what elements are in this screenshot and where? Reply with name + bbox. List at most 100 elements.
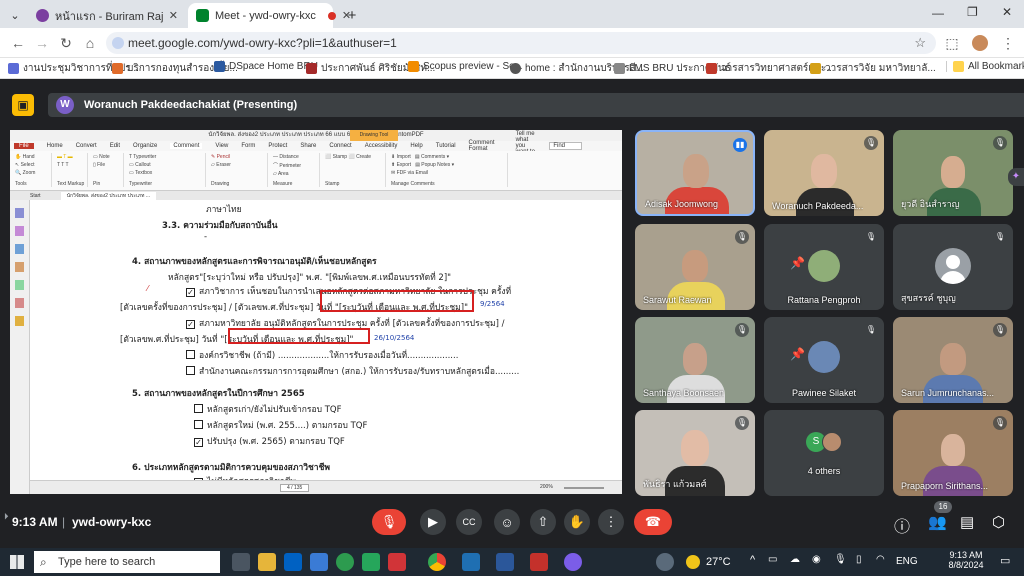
pdf-menu-item[interactable]: Share — [300, 143, 316, 149]
reactions-button[interactable]: ☺ — [494, 509, 520, 535]
side-sparkle-icon[interactable]: ✦ — [1008, 168, 1024, 186]
store-icon[interactable] — [310, 553, 328, 571]
app-icon[interactable] — [362, 553, 380, 571]
find-input[interactable]: Find — [549, 142, 582, 150]
reload-icon[interactable]: ↻ — [56, 33, 76, 53]
participant-tile[interactable]: 📌 🎙 Pawinee Silaket — [764, 317, 884, 403]
battery-icon[interactable]: ▯ — [856, 554, 862, 565]
layers-icon[interactable] — [15, 244, 24, 254]
pin-icon[interactable]: 📌 — [790, 347, 805, 361]
comments-panel-icon[interactable] — [15, 262, 24, 272]
pin-icon[interactable]: 📌 — [790, 256, 805, 270]
pdf-menu-item[interactable]: Connect — [329, 143, 351, 149]
dropbox-icon[interactable] — [284, 553, 302, 571]
task-view-icon[interactable] — [232, 553, 250, 571]
activities-button[interactable]: ⬡ — [992, 513, 1005, 531]
pdf-menu-item[interactable]: Help — [410, 143, 422, 149]
participant-tile[interactable]: 🎙 Prapaporn Sirithans... — [893, 410, 1013, 496]
participant-tile[interactable]: 🎙 Sarun Jumrunchanas... — [893, 317, 1013, 403]
participant-tile[interactable]: 🎙 พันธิรา แก้วมลศ์ — [635, 410, 755, 496]
people-button[interactable]: 👥 — [928, 513, 947, 531]
minimize-icon[interactable]: — — [932, 6, 944, 20]
bookmark-item[interactable]: วารสารวิจัย มหาวิทยาลั... — [810, 61, 936, 76]
participant-tile[interactable]: 🎙 ยุวดี อินสำราญ — [893, 130, 1013, 216]
meeting-info-button[interactable]: ⓘ — [894, 513, 910, 537]
signature-icon[interactable] — [15, 298, 24, 308]
pdf-menu-file[interactable]: File — [14, 143, 34, 149]
profile-avatar[interactable] — [972, 35, 988, 51]
address-bar[interactable]: meet.google.com/ywd-owry-kxc?pli=1&authu… — [106, 32, 936, 54]
notifications-icon[interactable]: ▭ — [1000, 554, 1010, 567]
underline-tool[interactable]: T T T — [57, 162, 84, 168]
weather-temp[interactable]: 27°C — [706, 556, 731, 568]
camera-toggle-button[interactable]: ▶ — [420, 509, 446, 535]
stamp-icon[interactable]: ⬜ Stamp ⬜ Create — [325, 154, 382, 160]
pdf-menu-item[interactable]: Organize — [133, 143, 157, 149]
close-icon[interactable]: ✕ — [169, 9, 178, 22]
file-explorer-icon[interactable] — [258, 553, 276, 571]
acrobat-icon[interactable] — [530, 553, 548, 571]
onedrive-icon[interactable]: ☁ — [790, 554, 800, 565]
pencil-tool[interactable]: ✎ Pencil — [211, 154, 264, 160]
wifi-icon[interactable]: ◠ — [876, 554, 885, 565]
weather-icon[interactable] — [686, 555, 700, 569]
participant-tile[interactable]: 🎙 สุขสรรค์ ชูบุญ — [893, 224, 1013, 310]
pdf-menu-item[interactable]: Tutorial — [436, 143, 456, 149]
microphone-toggle-button[interactable]: 🎙 — [372, 509, 406, 535]
doc-tab-start[interactable]: Start — [30, 193, 41, 199]
area-tool[interactable]: ▱ Area — [273, 171, 316, 177]
tab-buriram[interactable]: หน้าแรก - Buriram Rajabhat Univ ✕ — [28, 3, 186, 28]
raise-hand-button[interactable]: ✋ — [564, 509, 590, 535]
distance-tool[interactable]: — Distance — [273, 154, 316, 160]
zoom-slider[interactable] — [564, 487, 604, 489]
network-icon[interactable]: ▭ — [768, 554, 777, 565]
fdf-button[interactable]: ✉ FDF via Email — [391, 170, 504, 176]
hand-tool[interactable]: ✋ Hand — [15, 154, 48, 160]
perimeter-tool[interactable]: ⌒ Perimeter — [273, 162, 316, 169]
more-options-button[interactable]: ⋮ — [598, 509, 624, 535]
pdf-menu-item[interactable]: Edit — [110, 143, 120, 149]
pdf-menu-item[interactable]: View — [215, 143, 228, 149]
participant-tile[interactable]: 🎙 Santhaya Boonsaen — [635, 317, 755, 403]
participant-tile[interactable]: ▮▮ Adisak Joomwong — [635, 130, 755, 216]
tray-chevron-icon[interactable]: ^ — [750, 554, 755, 566]
presentation-icon[interactable]: ▣ — [12, 94, 34, 116]
file-icon[interactable]: ▯ File — [93, 162, 120, 168]
extensions-icon[interactable]: ⬚ — [942, 33, 962, 53]
language-indicator[interactable]: ENG — [896, 556, 918, 567]
close-window-icon[interactable]: ✕ — [1002, 5, 1012, 19]
app-icon[interactable] — [462, 553, 480, 571]
pdf-menu-item[interactable]: Convert — [76, 143, 97, 149]
security-icon[interactable] — [15, 316, 24, 326]
attachments-icon[interactable] — [15, 280, 24, 290]
forward-icon[interactable]: → — [32, 33, 52, 53]
word-icon[interactable] — [496, 553, 514, 571]
participant-tile[interactable]: 🎙 Woranuch Pakdeeda... — [764, 130, 884, 216]
home-icon[interactable]: ⌂ — [80, 33, 100, 53]
pages-icon[interactable] — [15, 208, 24, 218]
present-button[interactable]: ⇧ — [530, 509, 556, 535]
bookmark-item[interactable]: Scopus preview - Sc... — [408, 61, 522, 72]
help-icon[interactable] — [656, 553, 674, 571]
taskbar-search-box[interactable]: ⌕ Type here to search — [34, 551, 220, 573]
participant-tile-others[interactable]: S 4 others — [764, 410, 884, 496]
menu-dots-icon[interactable]: ⋮ — [998, 33, 1018, 53]
app-tray-icon[interactable]: ◉ — [812, 554, 821, 565]
zoom-level[interactable]: 200% — [540, 484, 553, 490]
callout-tool[interactable]: ▭ Callout — [129, 162, 202, 168]
windows-start-icon[interactable] — [10, 555, 24, 569]
doc-tab-file[interactable]: นักวิจัยพล. ส่งของ2 ประเภท ประเภท ... — [60, 191, 156, 200]
back-icon[interactable]: ← — [8, 33, 28, 53]
messenger-icon[interactable] — [564, 553, 582, 571]
pdf-menu-item[interactable]: Accessibility — [365, 143, 398, 149]
zoom-tool[interactable]: 🔍 Zoom — [15, 170, 48, 176]
tab-meet[interactable]: Meet - ywd-owry-kxc ✕ — [188, 3, 351, 28]
captions-button[interactable]: CC — [456, 509, 482, 535]
page-indicator[interactable]: 4 / 135 — [280, 484, 310, 492]
site-info-icon[interactable] — [112, 37, 124, 49]
participant-tile[interactable]: 🎙 Sarawut Raewan — [635, 224, 755, 310]
pdf-menu-item[interactable]: Form — [241, 143, 255, 149]
chrome-icon[interactable] — [428, 553, 446, 571]
restore-icon[interactable]: ❐ — [967, 5, 978, 19]
textbox-tool[interactable]: ▭ Textbox — [129, 170, 202, 176]
